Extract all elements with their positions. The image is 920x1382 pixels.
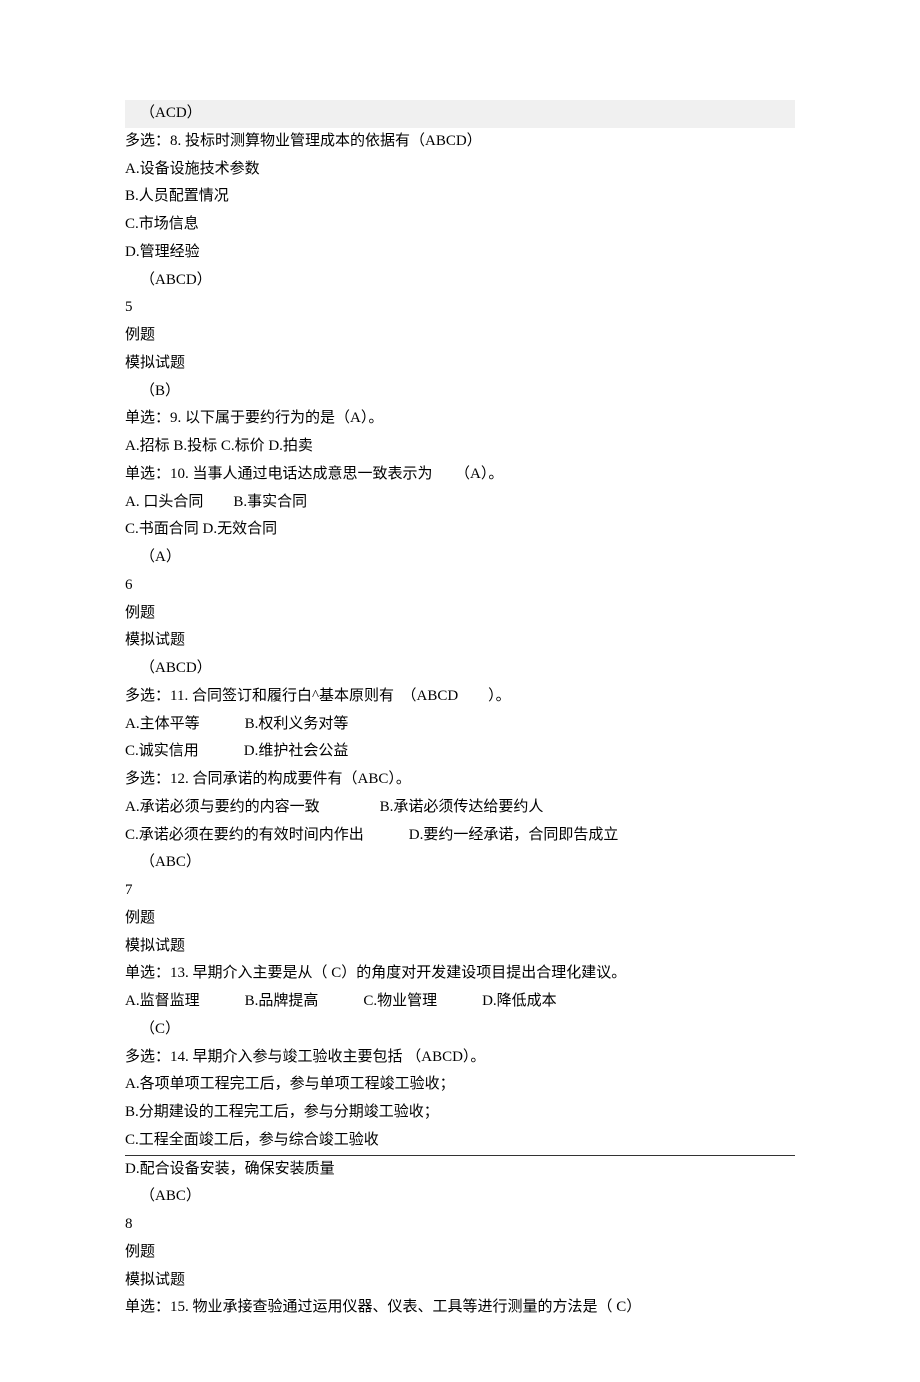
text-line: A.承诺必须与要约的内容一致 B.承诺必须传达给要约人 — [125, 794, 795, 822]
text-line: 多选：12. 合同承诺的构成要件有（ABC）。 — [125, 766, 795, 794]
text-line: （ACD） — [125, 100, 795, 128]
text-line: 模拟试题 — [125, 933, 795, 961]
text-line: D.管理经验 — [125, 239, 795, 267]
text-line: （ABCD） — [125, 655, 795, 683]
text-line: D.配合设备安装，确保安装质量 — [125, 1155, 795, 1184]
text-line: B.人员配置情况 — [125, 183, 795, 211]
text-line: C.书面合同 D.无效合同 — [125, 516, 795, 544]
text-line: （A） — [125, 544, 795, 572]
text-line: 8 — [125, 1211, 795, 1239]
text-line: 例题 — [125, 1239, 795, 1267]
text-line-overlined: D.配合设备安装，确保安装质量 — [125, 1155, 795, 1184]
text-line: A.设备设施技术参数 — [125, 156, 795, 184]
text-line: 单选：13. 早期介入主要是从（ C）的角度对开发建设项目提出合理化建议。 — [125, 960, 795, 988]
text-line: （ABC） — [125, 1183, 795, 1211]
text-line: 模拟试题 — [125, 350, 795, 378]
text-line: （ABCD） — [125, 267, 795, 295]
text-line: A.招标 B.投标 C.标价 D.拍卖 — [125, 433, 795, 461]
text-line: （C） — [125, 1016, 795, 1044]
text-line: 模拟试题 — [125, 1267, 795, 1295]
text-line: B.分期建设的工程完工后，参与分期竣工验收； — [125, 1099, 795, 1127]
text-line: 单选：10. 当事人通过电话达成意思一致表示为 （A）。 — [125, 461, 795, 489]
text-line: 多选：14. 早期介入参与竣工验收主要包括 （ABCD）。 — [125, 1044, 795, 1072]
text-line: 6 — [125, 572, 795, 600]
text-line: C.市场信息 — [125, 211, 795, 239]
text-line: A.各项单项工程完工后，参与单项工程竣工验收； — [125, 1071, 795, 1099]
text-line: 模拟试题 — [125, 627, 795, 655]
text-line: 7 — [125, 877, 795, 905]
text-line: 多选：8. 投标时测算物业管理成本的依据有（ABCD） — [125, 128, 795, 156]
text-line: （ABC） — [125, 849, 795, 877]
text-line: A. 口头合同 B.事实合同 — [125, 489, 795, 517]
text-line: 例题 — [125, 600, 795, 628]
text-line: （B） — [125, 378, 795, 406]
text-line: 例题 — [125, 322, 795, 350]
text-line: C.诚实信用 D.维护社会公益 — [125, 738, 795, 766]
text-line: 单选：9. 以下属于要约行为的是（A）。 — [125, 405, 795, 433]
text-line: C.工程全面竣工后，参与综合竣工验收 — [125, 1127, 795, 1155]
text-line: C.承诺必须在要约的有效时间内作出 D.要约一经承诺，合同即告成立 — [125, 822, 795, 850]
text-line: 5 — [125, 294, 795, 322]
text-line: A.主体平等 B.权利义务对等 — [125, 711, 795, 739]
text-line: 单选：15. 物业承接查验通过运用仪器、仪表、工具等进行测量的方法是（ C） — [125, 1294, 795, 1322]
text-line: 例题 — [125, 905, 795, 933]
text-line: A.监督监理 B.品牌提高 C.物业管理 D.降低成本 — [125, 988, 795, 1016]
document-content: （ACD）多选：8. 投标时测算物业管理成本的依据有（ABCD）A.设备设施技术… — [125, 100, 795, 1322]
text-line: 多选：11. 合同签订和履行白^基本原则有 （ABCD ）。 — [125, 683, 795, 711]
